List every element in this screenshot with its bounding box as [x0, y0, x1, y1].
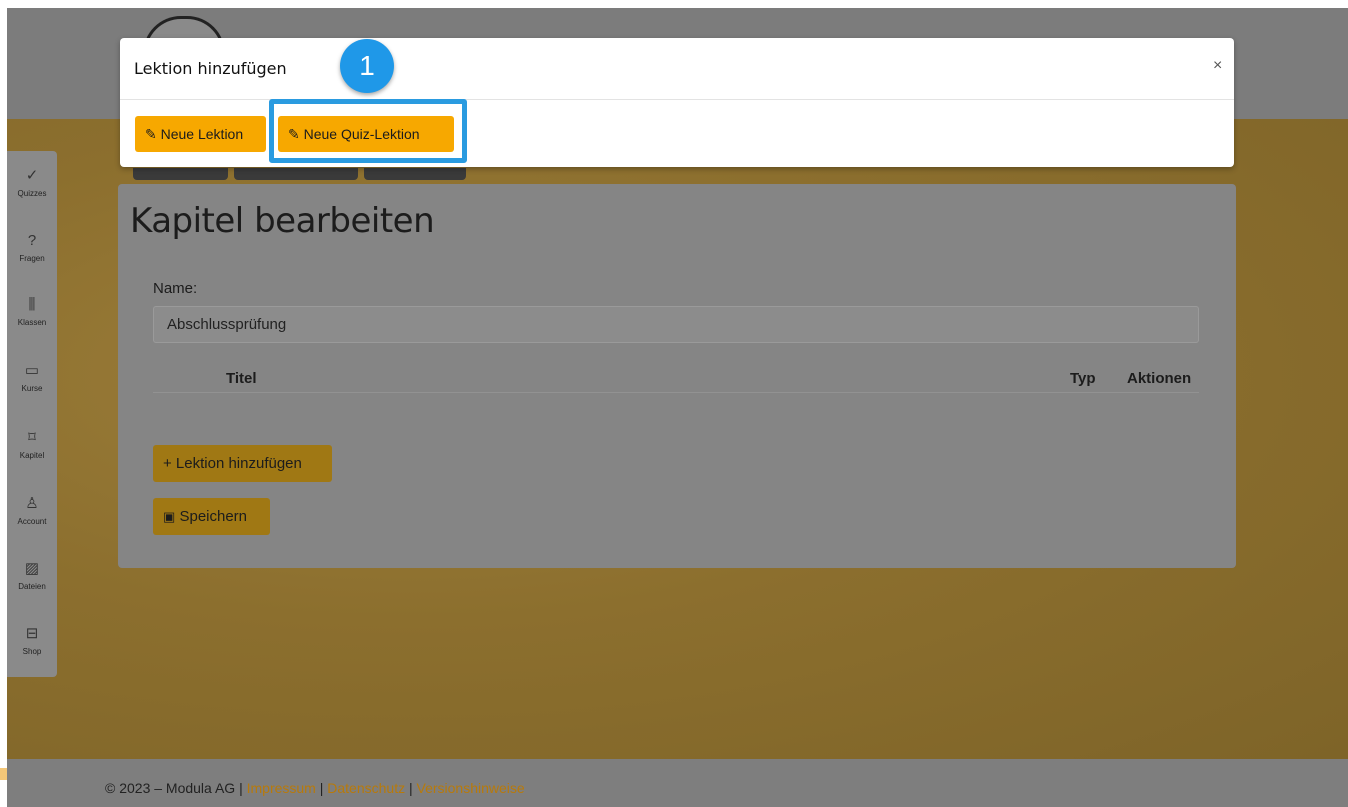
- footer-separator: |: [239, 780, 243, 796]
- checkmark-icon: ✓: [25, 167, 39, 184]
- column-header-typ: Typ: [1070, 370, 1096, 387]
- footer-text: © 2023 – Modula AG | Impressum | Datensc…: [105, 780, 525, 796]
- bookmark-icon: ⌑: [28, 429, 36, 446]
- add-lesson-button[interactable]: + Lektion hinzufügen: [153, 445, 332, 482]
- nav-tab[interactable]: [133, 168, 228, 180]
- app-frame: ✓ Quizzes ? Fragen ⫼ Klassen ▭ Kurse ⌑ K…: [7, 8, 1348, 807]
- name-input[interactable]: Abschlussprüfung: [153, 306, 1199, 343]
- page-title: Kapitel bearbeiten: [130, 201, 435, 241]
- lesson-table-header: Titel Typ Aktionen: [153, 360, 1199, 393]
- modal-header: Lektion hinzufügen ×: [120, 38, 1234, 100]
- save-icon: ▣: [163, 509, 176, 524]
- sidebar-item-label: Kurse: [21, 384, 43, 393]
- datenschutz-link[interactable]: Datenschutz: [327, 780, 405, 796]
- sidebar-item-dateien[interactable]: ▨ Dateien: [7, 560, 57, 592]
- sidebar: ✓ Quizzes ? Fragen ⫼ Klassen ▭ Kurse ⌑ K…: [7, 151, 57, 677]
- image-icon: ▨: [24, 560, 40, 577]
- footer-separator: |: [408, 780, 413, 796]
- sidebar-item-label: Account: [17, 517, 47, 526]
- sidebar-item-kurse[interactable]: ▭ Kurse: [7, 362, 57, 394]
- sidebar-item-label: Klassen: [17, 318, 47, 327]
- versionshinweise-link[interactable]: Versionshinweise: [417, 780, 525, 796]
- question-icon: ?: [27, 232, 37, 249]
- add-lesson-label: + Lektion hinzufügen: [163, 455, 302, 472]
- nav-tab[interactable]: [234, 168, 358, 180]
- briefcase-icon: ▭: [24, 362, 40, 379]
- highlight-box: [269, 99, 467, 163]
- save-button[interactable]: ▣ Speichern: [153, 498, 270, 535]
- save-label: Speichern: [179, 508, 248, 525]
- close-icon[interactable]: ×: [1213, 57, 1222, 75]
- sidebar-item-label: Dateien: [18, 582, 46, 591]
- sidebar-item-klassen[interactable]: ⫼ Klassen: [7, 296, 57, 328]
- books-icon: ⫼: [28, 296, 36, 313]
- sidebar-item-label: Fragen: [19, 254, 45, 263]
- name-label: Name:: [153, 280, 198, 297]
- column-header-aktionen: Aktionen: [1127, 370, 1192, 387]
- new-lesson-button[interactable]: ✎ Neue Lektion: [135, 116, 266, 152]
- sidebar-item-shop[interactable]: ⊟ Shop: [7, 625, 57, 657]
- copyright: © 2023 – Modula AG: [105, 780, 236, 796]
- sidebar-item-account[interactable]: ♙ Account: [7, 495, 57, 527]
- sidebar-item-fragen[interactable]: ? Fragen: [7, 232, 57, 264]
- sidebar-item-label: Kapitel: [19, 451, 45, 460]
- impressum-link[interactable]: Impressum: [247, 780, 316, 796]
- sidebar-item-quizzes[interactable]: ✓ Quizzes: [7, 167, 57, 199]
- shop-icon: ⊟: [25, 625, 39, 642]
- edge-decoration: [0, 768, 7, 780]
- modal-title: Lektion hinzufügen: [134, 59, 287, 78]
- pencil-icon: ✎: [145, 126, 157, 142]
- sidebar-item-label: Shop: [22, 647, 42, 656]
- step-badge: 1: [340, 39, 394, 93]
- nav-tab[interactable]: [364, 168, 466, 180]
- new-lesson-label: Neue Lektion: [160, 126, 244, 142]
- footer-separator: |: [319, 780, 324, 796]
- sidebar-item-label: Quizzes: [17, 189, 47, 198]
- column-header-titel: Titel: [226, 370, 257, 387]
- user-icon: ♙: [25, 495, 39, 512]
- sidebar-item-kapitel[interactable]: ⌑ Kapitel: [7, 429, 57, 461]
